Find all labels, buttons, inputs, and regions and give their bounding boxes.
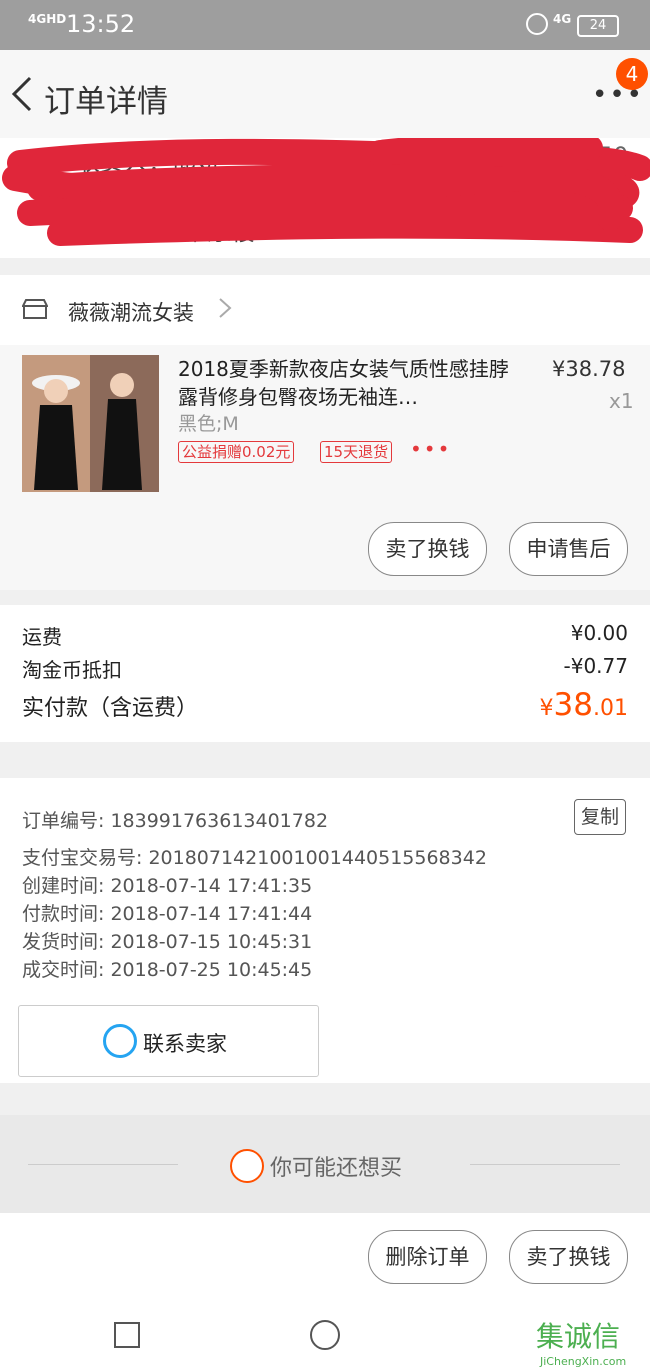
order-info: 订单编号: 183991763613401782 复制 支付宝交易号: 2018… (0, 778, 650, 1083)
clock: 13:52 (66, 10, 136, 38)
contact-seller-label: 联系卖家 (143, 1032, 227, 1056)
watermark-logo: 集诚信 (536, 1320, 621, 1353)
top-nav-bar: 订单详情 ••• 4 (0, 50, 650, 138)
home-icon[interactable] (310, 1320, 340, 1350)
recent-apps-icon[interactable] (114, 1322, 140, 1348)
notification-badge: 4 (616, 58, 648, 90)
recommend-divider: 你可能还想买 (0, 1115, 650, 1213)
sell-button[interactable]: 卖了换钱 (368, 522, 487, 576)
shipped-time: 发货时间: 2018-07-15 10:45:31 (22, 931, 313, 953)
recommend-label: 你可能还想买 (270, 1156, 403, 1181)
charity-tag: 公益捐赠0.02元 (178, 441, 295, 463)
product-price: ¥38.78 (552, 357, 626, 381)
coin-deduction-value: -¥0.77 (563, 654, 628, 678)
product-spec: 黑色;M (178, 413, 239, 435)
page-title: 订单详情 (44, 84, 168, 120)
back-arrow-icon[interactable] (10, 76, 36, 112)
total-label: 实付款（含运费） (22, 696, 199, 721)
store-icon (22, 299, 48, 319)
product-title[interactable]: 2018夏季新款夜店女装气质性感挂脖露背修身包臀夜场无袖连… (178, 355, 518, 411)
chat-bubble-icon (103, 1024, 137, 1058)
delete-order-button[interactable]: 删除订单 (368, 1230, 487, 1284)
network-indicator: 4GHD (28, 12, 67, 26)
shipping-address[interactable]: 收货人：邱妍 1978530 350 广东省深圳市 屏标 街道新 康楼 (0, 138, 650, 258)
order-number: 订单编号: 183991763613401782 (22, 810, 329, 832)
bottom-action-bar: 删除订单 卖了换钱 (0, 1213, 650, 1305)
total-integer: 38 (553, 687, 593, 723)
payment-summary: 运费 ¥0.00 淘金币抵扣 -¥0.77 实付款（含运费） ¥38.01 (0, 605, 650, 742)
total-amount: ¥38.01 (540, 687, 628, 723)
system-nav-bar: 集诚信 JiChengXin.com (0, 1305, 650, 1372)
store-name[interactable]: 薇薇潮流女装 (68, 297, 194, 327)
more-menu-icon[interactable]: ••• (592, 82, 644, 108)
alarm-icon (526, 13, 548, 35)
sell-button-bottom[interactable]: 卖了换钱 (509, 1230, 628, 1284)
heart-icon (230, 1149, 264, 1183)
status-bar: 4GHD 13:52 4G 24 (0, 0, 650, 50)
redaction-scribble (2, 138, 650, 246)
shipping-label: 运费 (22, 625, 62, 649)
network-indicator-2: 4G (553, 12, 572, 26)
copy-button[interactable]: 复制 (574, 799, 626, 835)
order-item-card: 薇薇潮流女装 2018夏季新款夜店女装气质性感挂脖露背修身包臀夜场无袖连… ¥3… (0, 275, 650, 590)
divider-line-left (28, 1164, 178, 1165)
battery-icon: 24 (577, 15, 619, 37)
divider-line-right (470, 1164, 620, 1165)
return-policy-tag: 15天退货 (320, 441, 393, 463)
product-thumbnail[interactable] (22, 355, 159, 492)
product-quantity: x1 (609, 389, 634, 413)
watermark-url: JiChengXin.com (540, 1355, 627, 1368)
coin-deduction-label: 淘金币抵扣 (22, 658, 122, 682)
alipay-number: 支付宝交易号: 2018071421001001440515568342 (22, 847, 487, 869)
completed-time: 成交时间: 2018-07-25 10:45:45 (22, 959, 313, 981)
product-row[interactable]: 2018夏季新款夜店女装气质性感挂脖露背修身包臀夜场无袖连… ¥38.78 x1… (0, 345, 650, 590)
paid-time: 付款时间: 2018-07-14 17:41:44 (22, 903, 313, 925)
chevron-right-icon[interactable] (218, 297, 232, 319)
more-tags-icon[interactable]: ••• (410, 437, 451, 461)
currency-symbol: ¥ (539, 696, 554, 721)
shipping-value: ¥0.00 (570, 621, 628, 645)
contact-seller-button[interactable]: 联系卖家 (18, 1005, 319, 1077)
created-time: 创建时间: 2018-07-14 17:41:35 (22, 875, 313, 897)
total-decimal: .01 (593, 696, 628, 721)
after-sales-button[interactable]: 申请售后 (509, 522, 628, 576)
